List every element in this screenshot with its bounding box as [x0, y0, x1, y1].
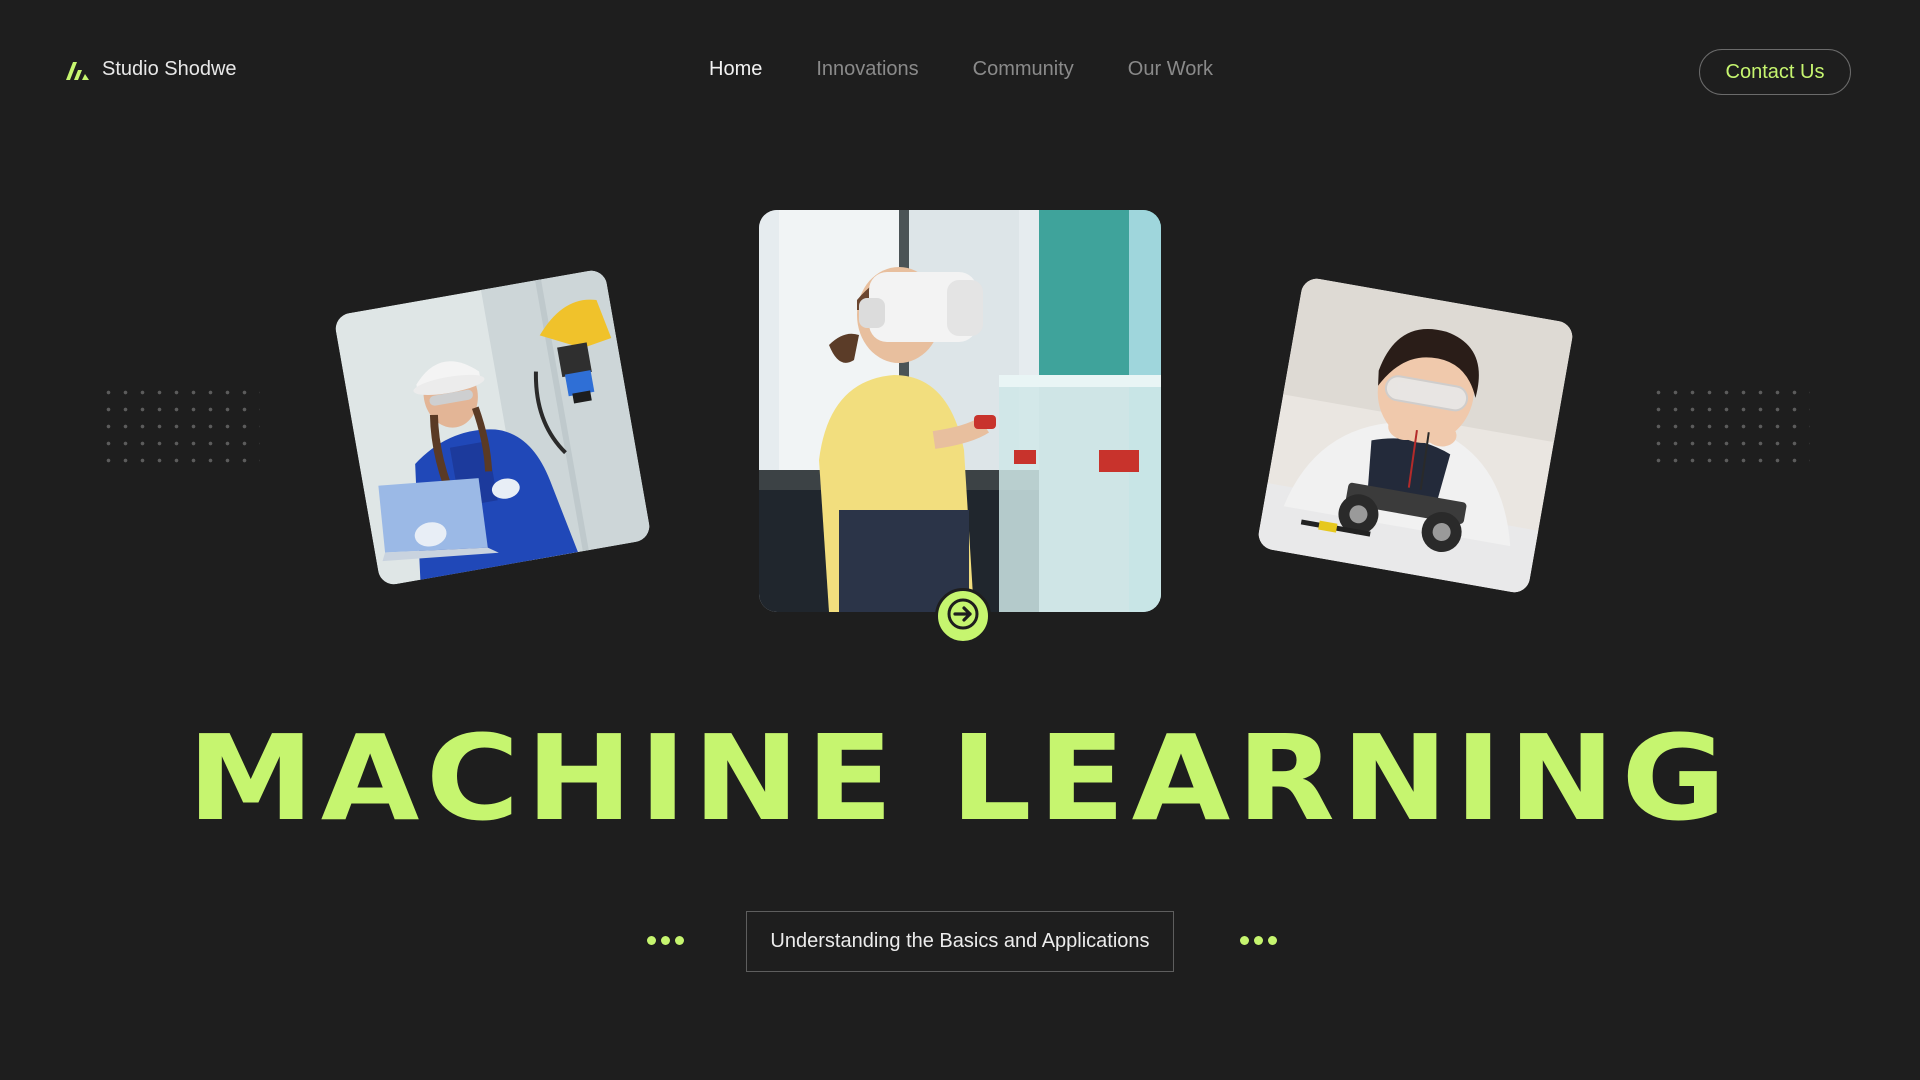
nav-item-our-work[interactable]: Our Work	[1128, 58, 1213, 81]
brand-name: Studio Shodwe	[102, 58, 237, 80]
dot-grid-right	[1650, 384, 1810, 474]
contact-us-button[interactable]: Contact Us	[1699, 49, 1851, 95]
photo-engineer-robot-arm	[333, 268, 652, 587]
dot-grid-left	[100, 384, 260, 474]
next-arrow-button[interactable]	[935, 588, 991, 644]
subtitle-box: Understanding the Basics and Application…	[746, 911, 1174, 972]
dot-ornament-left	[647, 936, 684, 945]
photo-girl-vr-headset	[759, 210, 1161, 612]
nav-item-innovations[interactable]: Innovations	[816, 58, 918, 81]
brand-logo-icon	[66, 60, 90, 80]
brand[interactable]: Studio Shodwe	[66, 58, 237, 81]
dot-ornament-right	[1240, 936, 1277, 945]
slide-page: Studio Shodwe Home Innovations Community…	[0, 0, 1920, 1080]
arrow-right-icon	[946, 597, 980, 636]
main-nav: Home Innovations Community Our Work	[709, 58, 1213, 81]
nav-item-community[interactable]: Community	[973, 58, 1074, 81]
nav-item-home[interactable]: Home	[709, 58, 762, 81]
page-title: MACHINE LEARNING	[187, 709, 1733, 847]
photo-child-robot-car	[1256, 276, 1575, 595]
